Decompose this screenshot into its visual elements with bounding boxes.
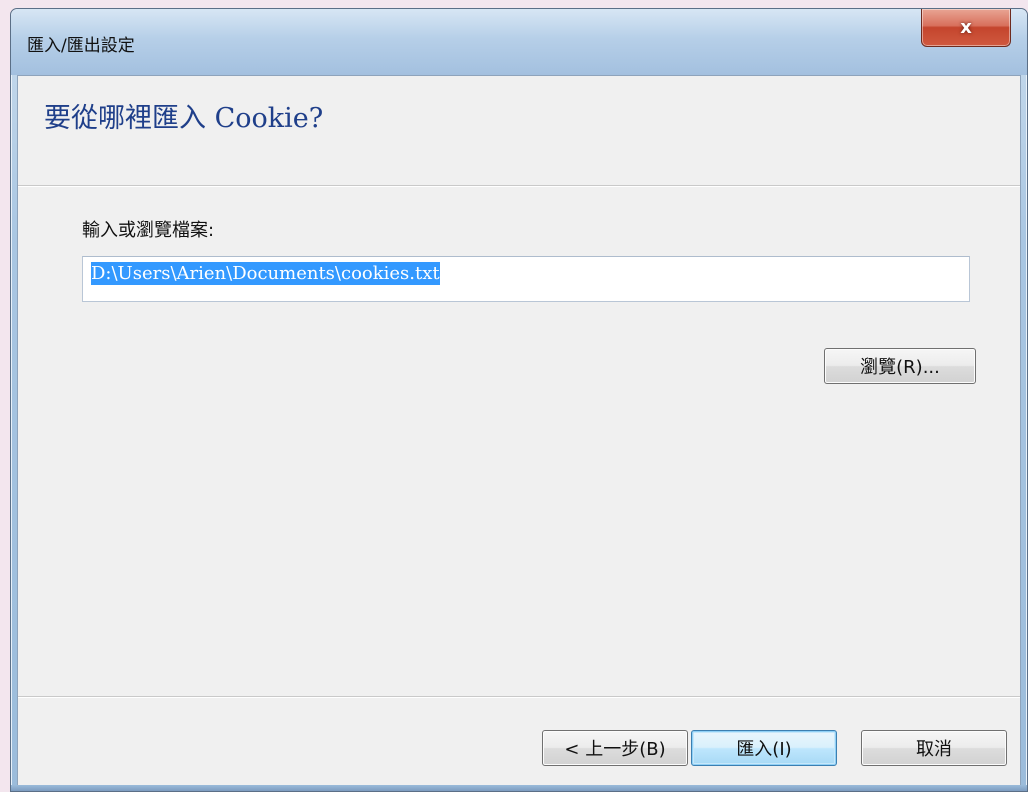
file-field-label: 輸入或瀏覽檔案: — [82, 220, 215, 241]
footer-divider — [18, 696, 1020, 698]
import-button[interactable]: 匯入(I) — [691, 730, 837, 766]
wizard-header: 要從哪裡匯入 Cookie? — [18, 76, 1020, 187]
dialog-content: 要從哪裡匯入 Cookie? 輸入或瀏覽檔案: D:\Users\Arien\D… — [17, 75, 1021, 787]
close-icon: x — [960, 17, 972, 38]
file-path-value: D:\Users\Arien\Documents\cookies.txt — [91, 262, 440, 285]
title-bar[interactable]: 匯入/匯出設定 x — [11, 9, 1027, 75]
page-title: 要從哪裡匯入 Cookie? — [44, 103, 324, 134]
browse-button[interactable]: 瀏覽(R)... — [824, 348, 976, 384]
file-path-input[interactable]: D:\Users\Arien\Documents\cookies.txt — [82, 256, 970, 302]
window-bottom-border — [11, 785, 1027, 791]
dialog-window: 匯入/匯出設定 x 要從哪裡匯入 Cookie? 輸入或瀏覽檔案: D:\Use… — [10, 8, 1028, 792]
back-button[interactable]: < 上一步(B) — [542, 730, 688, 766]
close-button[interactable]: x — [921, 9, 1011, 47]
cancel-button[interactable]: 取消 — [861, 730, 1007, 766]
window-title: 匯入/匯出設定 — [27, 36, 135, 56]
